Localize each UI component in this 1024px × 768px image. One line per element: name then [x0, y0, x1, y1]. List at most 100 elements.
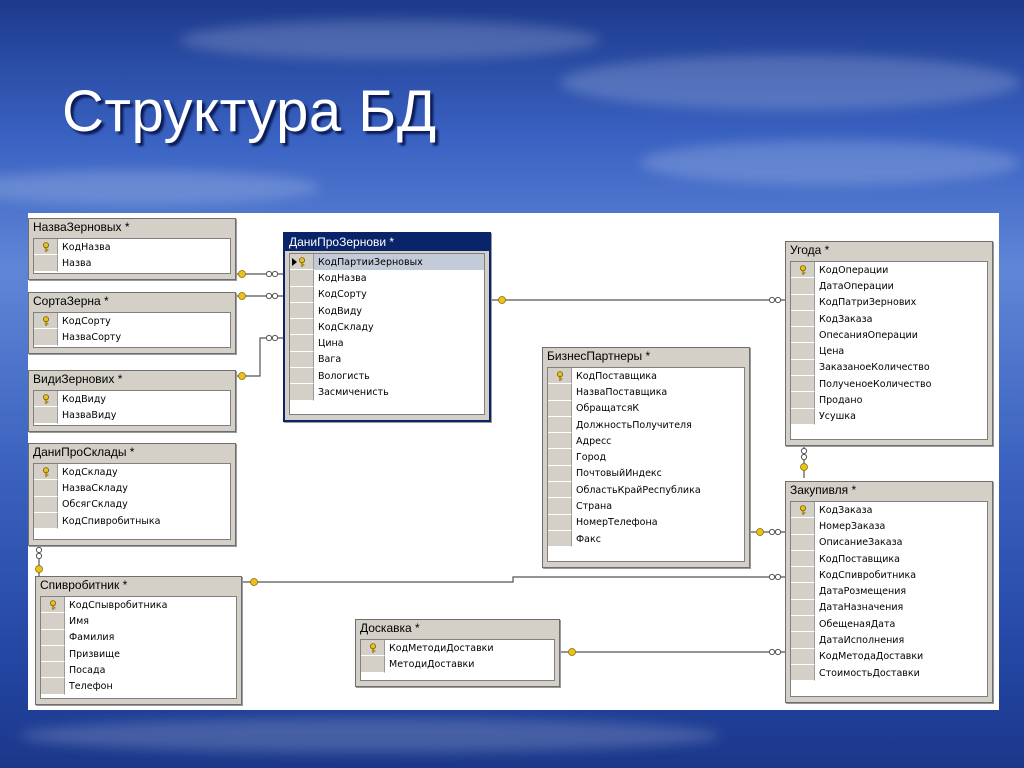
row-selector — [791, 376, 815, 393]
column-row[interactable]: КодНазва — [290, 270, 484, 287]
column-row[interactable]: Засмиченисть — [290, 384, 484, 401]
column-row[interactable]: КодПартииЗерновых — [290, 254, 484, 271]
table-title[interactable]: НазваЗерновых * — [29, 219, 235, 236]
column-row[interactable]: ОпесанияОперации — [791, 327, 987, 344]
table-vidi-zernovih[interactable]: ВидиЗернових * КодВиду НазваВиду — [28, 370, 236, 432]
column-row[interactable]: КодНазва — [34, 239, 230, 256]
column-row[interactable]: ПолученоеКоличество — [791, 376, 987, 393]
column-row[interactable]: Имя — [41, 613, 236, 630]
column-row[interactable]: ОбсягСкладу — [34, 496, 230, 513]
column-row[interactable]: КодЗаказа — [791, 310, 987, 328]
row-selector — [290, 384, 314, 401]
column-row[interactable]: КодПатриЗернових — [791, 294, 987, 311]
table-dani-pro-zernovi[interactable]: ДаниПроЗернови * КодПартииЗерновых КодНазв… — [283, 232, 491, 422]
table-title[interactable]: БизнесПартнеры * — [543, 348, 749, 365]
table-title[interactable]: Закупивля * — [786, 482, 992, 499]
primary-key-icon — [361, 640, 385, 657]
column-row[interactable]: НомерТелефона — [548, 514, 744, 531]
table-zakupivlya[interactable]: Закупивля * КодЗаказа НомерЗаказа ОписаниеЗ… — [785, 481, 993, 703]
column-name: КодНазва — [318, 272, 367, 284]
column-name: КодМетодаДоставки — [819, 651, 924, 663]
column-row[interactable]: КодПоставщика — [791, 550, 987, 568]
column-row[interactable]: НазваСорту — [34, 329, 230, 346]
row-selector — [361, 656, 385, 673]
table-title[interactable]: Спивробитник * — [36, 577, 241, 594]
table-biznes-partnery[interactable]: БизнесПартнеры * КодПоставщика НазваПостав… — [542, 347, 750, 568]
column-row[interactable]: НомерЗаказа — [791, 518, 987, 535]
table-title[interactable]: ДаниПроЗернови * — [285, 234, 489, 251]
column-row[interactable]: Факс — [548, 530, 744, 548]
key-end-2 — [238, 292, 246, 300]
table-title[interactable]: ВидиЗернових * — [29, 371, 235, 388]
table-title[interactable]: СортаЗерна * — [29, 293, 235, 310]
column-row[interactable]: Вологисть — [290, 368, 484, 385]
column-row[interactable]: КодСкладу — [290, 319, 484, 336]
column-row[interactable]: КодВиду — [34, 391, 230, 408]
column-row[interactable]: КодПоставщика — [548, 368, 744, 385]
table-nazva-zernovyh[interactable]: НазваЗерновых * КодНазва Назва — [28, 218, 236, 280]
primary-key-icon — [791, 502, 815, 519]
row-selector — [791, 408, 815, 425]
column-row[interactable]: НазваВиду — [34, 407, 230, 424]
column-row[interactable]: МетодиДоставки — [361, 656, 554, 673]
table-title[interactable]: Угода * — [786, 242, 992, 259]
column-row[interactable]: Призвище — [41, 645, 236, 663]
table-doskavka[interactable]: Доскавка * КодМетодиДоставки МетодиДоставк… — [355, 619, 560, 687]
column-row[interactable]: ДатаРозмещения — [791, 583, 987, 600]
column-row[interactable]: Продано — [791, 392, 987, 409]
column-row[interactable]: КодСорту — [34, 313, 230, 330]
column-row[interactable]: Цина — [290, 335, 484, 352]
table-spivrobitnik[interactable]: Спивробитник * КодСпывробитника Имя Фамилия… — [35, 576, 242, 705]
column-row[interactable]: ОбещенаяДата — [791, 616, 987, 633]
column-name: ПочтовыйИндекс — [576, 468, 662, 480]
column-row[interactable]: Назва — [34, 255, 230, 272]
column-row[interactable]: Усушка — [791, 408, 987, 425]
column-row[interactable]: КодМетодиДоставки — [361, 640, 554, 657]
row-selector — [548, 482, 572, 499]
column-row[interactable]: КодСпивробитника — [791, 567, 987, 584]
column-row[interactable]: КодВиду — [290, 302, 484, 320]
table-ugoda[interactable]: Угода * КодОперации ДатаОперации КодПатриЗе… — [785, 241, 993, 446]
column-row[interactable]: ОбращатсяК — [548, 400, 744, 417]
column-row[interactable]: КодСпивробитныка — [34, 512, 230, 530]
column-row[interactable]: СтоимостьДоставки — [791, 664, 987, 682]
row-selector — [41, 629, 65, 646]
column-name: КодСорту — [318, 289, 367, 301]
column-row[interactable]: НазваПоставщика — [548, 384, 744, 401]
key-end-7 — [250, 578, 258, 586]
column-row[interactable]: ОбластьКрайРеспублика — [548, 482, 744, 499]
column-row[interactable]: Посада — [41, 662, 236, 679]
column-row[interactable]: Город — [548, 449, 744, 466]
column-row[interactable]: ДатаИсполнения — [791, 632, 987, 649]
column-name: ДатаОперации — [819, 280, 894, 292]
column-row[interactable]: КодСорту — [290, 286, 484, 303]
column-row[interactable]: ПочтовыйИндекс — [548, 465, 744, 483]
column-row[interactable]: Адресс — [548, 433, 744, 450]
table-sorta-zerna[interactable]: СортаЗерна * КодСорту НазваСорту — [28, 292, 236, 354]
column-row[interactable]: КодСпывробитника — [41, 597, 236, 614]
column-list: КодСпывробитника Имя Фамилия Призвище Посада… — [40, 596, 237, 699]
column-row[interactable]: ДатаНазначения — [791, 599, 987, 617]
column-row[interactable]: ДатаОперации — [791, 278, 987, 295]
column-row[interactable]: ОписаниеЗаказа — [791, 534, 987, 551]
column-row[interactable]: КодМетодаДоставки — [791, 648, 987, 665]
table-title[interactable]: Доскавка * — [356, 620, 559, 637]
row-selector — [791, 327, 815, 344]
table-title[interactable]: ДаниПроСклады * — [29, 444, 235, 461]
column-name: МетодиДоставки — [389, 658, 475, 670]
column-row[interactable]: КодОперации — [791, 262, 987, 279]
column-row[interactable]: Вага — [290, 351, 484, 369]
column-row[interactable]: ДолжностьПолучителя — [548, 416, 744, 434]
column-row[interactable]: Цена — [791, 343, 987, 360]
table-dani-pro-sklady[interactable]: ДаниПроСклады * КодСкладу НазваСкладу Обсяг… — [28, 443, 236, 546]
column-name: КодЗаказа — [819, 504, 873, 516]
column-row[interactable]: ЗаказаноеКоличество — [791, 359, 987, 377]
column-name: Цена — [819, 346, 845, 358]
column-name: КодВиду — [62, 393, 107, 405]
column-row[interactable]: Страна — [548, 498, 744, 515]
column-row[interactable]: Телефон — [41, 678, 236, 695]
column-row[interactable]: КодСкладу — [34, 464, 230, 481]
column-row[interactable]: НазваСкладу — [34, 480, 230, 497]
column-row[interactable]: Фамилия — [41, 629, 236, 646]
column-row[interactable]: КодЗаказа — [791, 502, 987, 519]
